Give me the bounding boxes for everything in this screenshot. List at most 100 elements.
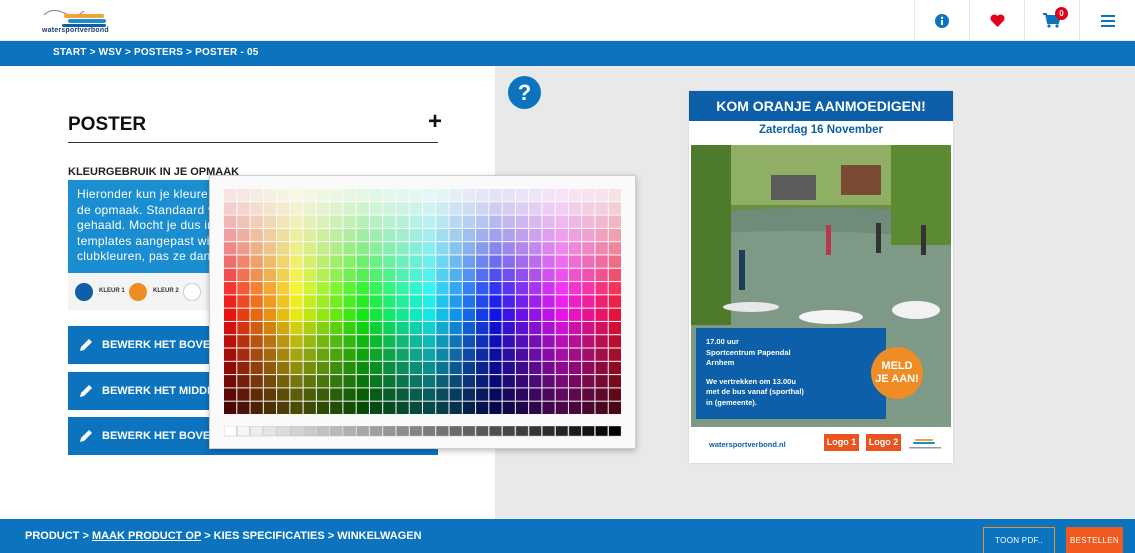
color-cell[interactable] (369, 202, 383, 215)
color-cell[interactable] (502, 268, 515, 282)
color-cell[interactable] (303, 321, 316, 335)
color-cell[interactable] (224, 242, 237, 255)
gray-cell[interactable] (382, 426, 396, 437)
color-cell[interactable] (436, 308, 449, 321)
color-cell[interactable] (515, 268, 529, 282)
color-cell[interactable] (277, 388, 290, 401)
color-cell[interactable] (568, 321, 582, 335)
color-cell[interactable] (290, 242, 303, 255)
color-cell[interactable] (250, 228, 263, 242)
color-cell[interactable] (396, 348, 409, 361)
color-cell[interactable] (290, 388, 303, 401)
color-cell[interactable] (489, 255, 502, 268)
color-cell[interactable] (489, 375, 502, 388)
color-cell[interactable] (369, 228, 383, 242)
color-cell[interactable] (608, 228, 621, 242)
color-cell[interactable] (542, 375, 555, 388)
color-cell[interactable] (555, 282, 568, 295)
color-cell[interactable] (369, 242, 383, 255)
color-cell[interactable] (316, 335, 330, 348)
color-cell[interactable] (608, 268, 621, 282)
color-cell[interactable] (582, 282, 595, 295)
help-icon[interactable]: ? (508, 76, 541, 109)
color-cell[interactable] (449, 282, 462, 295)
gray-cell[interactable] (343, 426, 356, 437)
color-cell[interactable] (224, 361, 237, 375)
color-cell[interactable] (608, 255, 621, 268)
color-cell[interactable] (237, 321, 250, 335)
color-cell[interactable] (330, 215, 343, 228)
color-cell[interactable] (582, 228, 595, 242)
color-cell[interactable] (250, 202, 263, 215)
color-cell[interactable] (595, 361, 608, 375)
color-cell[interactable] (356, 388, 369, 401)
color-cell[interactable] (263, 202, 277, 215)
color-cell[interactable] (396, 228, 409, 242)
color-cell[interactable] (568, 268, 582, 282)
color-cell[interactable] (290, 202, 303, 215)
color-cell[interactable] (542, 282, 555, 295)
color-cell[interactable] (568, 335, 582, 348)
color-cell[interactable] (343, 189, 356, 202)
color-cell[interactable] (502, 401, 515, 414)
step-product[interactable]: PRODUCT > (25, 530, 92, 542)
step-make-product[interactable]: MAAK PRODUCT OP (92, 530, 201, 542)
color-cell[interactable] (582, 348, 595, 361)
color-cell[interactable] (290, 268, 303, 282)
color-cell[interactable] (476, 282, 489, 295)
color-cell[interactable] (383, 321, 396, 335)
gray-cell[interactable] (595, 426, 608, 437)
color-cell[interactable] (555, 242, 568, 255)
gray-cell[interactable] (436, 426, 449, 437)
color-cell[interactable] (290, 401, 303, 414)
color-cell[interactable] (595, 215, 608, 228)
color-cell[interactable] (476, 228, 489, 242)
color-cell[interactable] (529, 228, 542, 242)
color-cell[interactable] (250, 215, 263, 228)
gray-cell[interactable] (303, 426, 317, 437)
color-cell[interactable] (423, 202, 436, 215)
color-cell[interactable] (290, 189, 303, 202)
color-cell[interactable] (502, 202, 515, 215)
color-cell[interactable] (462, 375, 476, 388)
color-cell[interactable] (515, 202, 529, 215)
color-cell[interactable] (330, 388, 343, 401)
color-cell[interactable] (277, 255, 290, 268)
color-cell[interactable] (277, 282, 290, 295)
color-cell[interactable] (250, 348, 263, 361)
color-cell[interactable] (595, 321, 608, 335)
color-cell[interactable] (237, 308, 250, 321)
color-cell[interactable] (330, 228, 343, 242)
color-cell[interactable] (250, 295, 263, 308)
color-cell[interactable] (542, 361, 555, 375)
color-cell[interactable] (409, 268, 422, 282)
color-cell[interactable] (476, 348, 489, 361)
color-cell[interactable] (369, 375, 383, 388)
color-cell[interactable] (595, 348, 608, 361)
color-cell[interactable] (277, 242, 290, 255)
color-cell[interactable] (237, 268, 250, 282)
gray-cell[interactable] (515, 426, 529, 437)
color-cell[interactable] (409, 215, 422, 228)
color-cell[interactable] (555, 189, 568, 202)
color-cell[interactable] (476, 242, 489, 255)
gray-cell[interactable] (356, 426, 370, 437)
color-cell[interactable] (542, 321, 555, 335)
color-cell[interactable] (608, 321, 621, 335)
color-cell[interactable] (582, 255, 595, 268)
color-cell[interactable] (396, 268, 409, 282)
color-cell[interactable] (224, 401, 237, 414)
color-cell[interactable] (436, 361, 449, 375)
color-cell[interactable] (529, 348, 542, 361)
color-cell[interactable] (224, 321, 237, 335)
color-cell[interactable] (303, 308, 316, 321)
color-cell[interactable] (515, 348, 529, 361)
color-cell[interactable] (529, 308, 542, 321)
color-cell[interactable] (542, 348, 555, 361)
color-cell[interactable] (396, 321, 409, 335)
color-cell[interactable] (542, 268, 555, 282)
color-cell[interactable] (449, 375, 462, 388)
gray-cell[interactable] (250, 426, 264, 437)
color-cell[interactable] (555, 308, 568, 321)
color-cell[interactable] (277, 335, 290, 348)
